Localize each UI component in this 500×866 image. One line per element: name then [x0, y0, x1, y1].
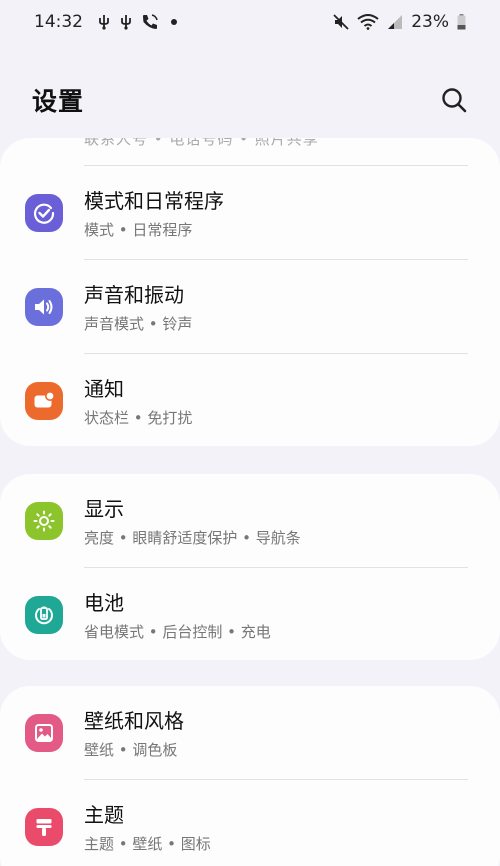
settings-item-display[interactable]: 显示 亮度 • 眼睛舒适度保护 • 导航条: [0, 474, 500, 568]
page-title: 设置: [32, 87, 85, 116]
battery-status-icon: [457, 14, 466, 30]
battery-icon: [25, 596, 63, 634]
settings-group-3: 壁纸和风格 壁纸 • 调色板 主题 主题 • 壁纸 • 图标: [0, 686, 500, 866]
settings-item-subtitle: 壁纸 • 调色板: [84, 741, 178, 759]
status-bar: 14:32 23%: [0, 0, 500, 44]
settings-item-notifications[interactable]: 通知 状态栏 • 免打扰: [0, 354, 500, 446]
settings-item-subtitle: 亮度 • 眼睛舒适度保护 • 导航条: [84, 529, 301, 547]
settings-item-title: 主题: [84, 803, 124, 827]
mute-icon: [333, 14, 349, 30]
settings-item-title: 通知: [84, 377, 124, 401]
usb-icon: [119, 14, 133, 30]
settings-item-battery[interactable]: 电池 省电模式 • 后台控制 • 充电: [0, 568, 500, 660]
page-header: 设置: [0, 70, 500, 130]
theme-icon: [25, 808, 63, 846]
settings-item-themes[interactable]: 主题 主题 • 壁纸 • 图标: [0, 780, 500, 866]
search-icon: [442, 88, 467, 113]
settings-item-subtitle: 模式 • 日常程序: [84, 221, 193, 239]
settings-item-subtitle: 状态栏 • 免打扰: [84, 409, 193, 427]
search-button[interactable]: [436, 82, 472, 118]
notification-dot-icon: [171, 19, 177, 25]
status-bar-left: 14:32: [34, 12, 177, 32]
status-bar-right: 23%: [333, 12, 466, 32]
settings-group-2: 显示 亮度 • 眼睛舒适度保护 • 导航条 电池 省电模式 • 后台控制 • 充…: [0, 474, 500, 660]
settings-item-sound-vibration[interactable]: 声音和振动 声音模式 • 铃声: [0, 260, 500, 354]
usb-icon: [97, 14, 111, 30]
settings-item-title: 模式和日常程序: [84, 189, 224, 213]
speaker-icon: [25, 288, 63, 326]
settings-group-1: 联系人号 • 电话号码 • 照片共享 模式和日常程序 模式 • 日常程序 声音和…: [0, 138, 500, 446]
settings-item-wallpaper-style[interactable]: 壁纸和风格 壁纸 • 调色板: [0, 686, 500, 780]
partially-scrolled-subtitle: 联系人号 • 电话号码 • 照片共享: [84, 138, 319, 148]
settings-item-subtitle: 声音模式 • 铃声: [84, 315, 193, 333]
settings-item-title: 壁纸和风格: [84, 709, 184, 733]
signal-icon: [387, 15, 403, 29]
check-circle-icon: [25, 194, 63, 232]
battery-percent: 23%: [411, 12, 449, 32]
settings-item-title: 显示: [84, 497, 124, 521]
settings-item-title: 电池: [84, 591, 124, 615]
call-icon: [141, 13, 159, 31]
sun-icon: [25, 502, 63, 540]
status-time: 14:32: [34, 12, 83, 32]
wifi-icon: [357, 14, 379, 30]
settings-item-subtitle: 主题 • 壁纸 • 图标: [84, 835, 211, 853]
settings-item-title: 声音和振动: [84, 283, 184, 307]
partially-scrolled-item[interactable]: 联系人号 • 电话号码 • 照片共享: [0, 138, 500, 166]
notification-icon: [25, 382, 63, 420]
settings-item-subtitle: 省电模式 • 后台控制 • 充电: [84, 623, 271, 641]
wallpaper-icon: [25, 714, 63, 752]
settings-item-modes-routines[interactable]: 模式和日常程序 模式 • 日常程序: [0, 166, 500, 260]
